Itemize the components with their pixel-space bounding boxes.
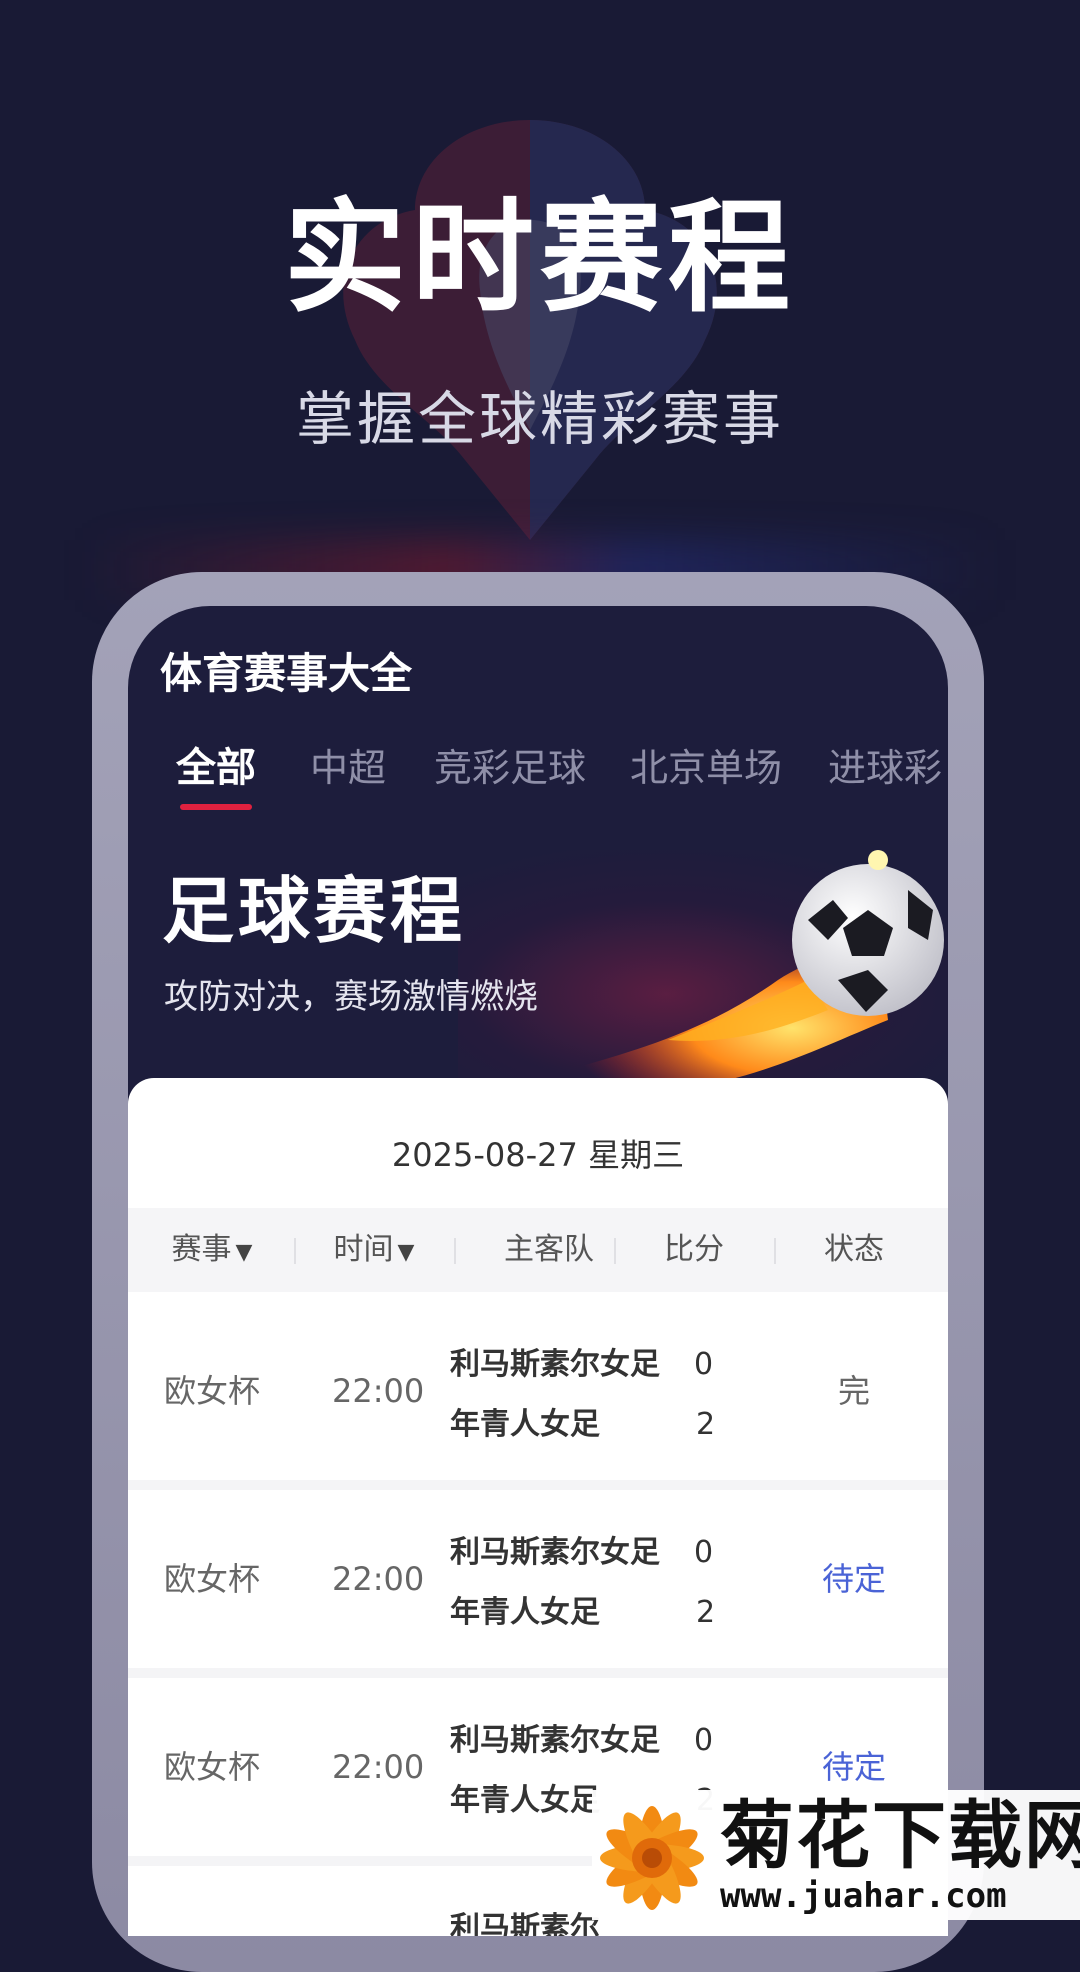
- home-score: 0: [694, 1535, 714, 1570]
- table-header: 赛事 ▼ 时间 ▼ 主客队 比分 状态: [128, 1208, 948, 1292]
- banner-subtitle: 攻防对决，赛场激情燃烧: [164, 977, 538, 1017]
- home-score: 0: [694, 1723, 714, 1758]
- row-divider: [128, 1668, 948, 1678]
- tab-beijing-single[interactable]: 北京单场: [630, 740, 782, 796]
- app-screen: 体育赛事大全 全部 中超 竞彩足球 北京单场 进球彩 足球赛程 攻防对决，赛场激…: [128, 606, 948, 1936]
- match-time: 22:00: [332, 1748, 425, 1786]
- match-status: 待定: [821, 1560, 886, 1598]
- match-row[interactable]: 欧女杯 22:00 利马斯素尔女足 年青人女足 0 2 完: [128, 1302, 948, 1480]
- caret-down-icon: ▼: [397, 1240, 415, 1265]
- column-divider: [294, 1238, 296, 1264]
- home-team: 利马斯素尔女足: [450, 1723, 660, 1758]
- away-score: 2: [696, 1595, 716, 1630]
- hero-title: 实时赛程: [284, 187, 796, 329]
- away-score: 2: [696, 1407, 716, 1442]
- away-team: 年青人女足: [450, 1595, 600, 1630]
- column-time-label: 时间: [333, 1232, 394, 1267]
- banner-title: 足球赛程: [162, 869, 467, 953]
- column-score: 比分: [664, 1232, 724, 1267]
- match-league: 欧女杯: [164, 1748, 261, 1786]
- home-team: 利马斯素尔: [450, 1911, 600, 1936]
- column-league[interactable]: 赛事 ▼: [152, 1208, 272, 1292]
- hero-subtitle: 掌握全球精彩赛事: [295, 385, 784, 453]
- column-status: 状态: [824, 1232, 884, 1267]
- home-score: 0: [694, 1347, 714, 1382]
- watermark-url: www.juahar.com: [720, 1876, 1007, 1916]
- vs-emblem-background: [343, 120, 717, 540]
- watermark-title: 菊花下载网: [720, 1793, 1080, 1879]
- column-teams: 主客队: [504, 1232, 594, 1267]
- tab-goal-lottery[interactable]: 进球彩: [828, 740, 942, 796]
- match-league: 欧女杯: [164, 1372, 261, 1410]
- home-team: 利马斯素尔女足: [450, 1347, 660, 1382]
- watermark: 菊花下载网 www.juahar.com: [592, 1790, 1080, 1920]
- away-team: 年青人女足: [450, 1783, 600, 1818]
- schedule-date: 2025-08-27 星期三: [391, 1136, 685, 1174]
- match-status: 完: [837, 1372, 870, 1410]
- tab-csl[interactable]: 中超: [310, 740, 386, 796]
- match-row[interactable]: 欧女杯 22:00 利马斯素尔女足年青人女足 0 2 待定: [128, 1490, 948, 1668]
- tab-all[interactable]: 全部: [176, 740, 256, 796]
- column-time[interactable]: 时间 ▼: [314, 1208, 434, 1292]
- match-time: 22:00: [332, 1372, 425, 1410]
- match-time: 22:00: [332, 1560, 425, 1598]
- column-league-label: 赛事: [171, 1232, 232, 1267]
- match-status: 待定: [821, 1748, 886, 1786]
- football-banner[interactable]: 足球赛程 攻防对决，赛场激情燃烧: [128, 830, 948, 1090]
- chrysanthemum-logo-icon: [600, 1806, 704, 1910]
- column-divider: [454, 1238, 456, 1264]
- home-team: 利马斯素尔女足: [450, 1535, 660, 1570]
- row-divider: [128, 1480, 948, 1490]
- active-tab-indicator: [180, 804, 252, 810]
- column-divider: [614, 1238, 616, 1264]
- match-league: 欧女杯: [164, 1560, 261, 1598]
- away-team: 年青人女足: [450, 1407, 600, 1442]
- app-title: 体育赛事大全: [160, 649, 413, 698]
- flaming-soccer-ball-icon: [568, 850, 944, 1087]
- caret-down-icon: ▼: [235, 1240, 253, 1265]
- tab-jingcai-football[interactable]: 竞彩足球: [434, 740, 586, 796]
- column-divider: [774, 1238, 776, 1264]
